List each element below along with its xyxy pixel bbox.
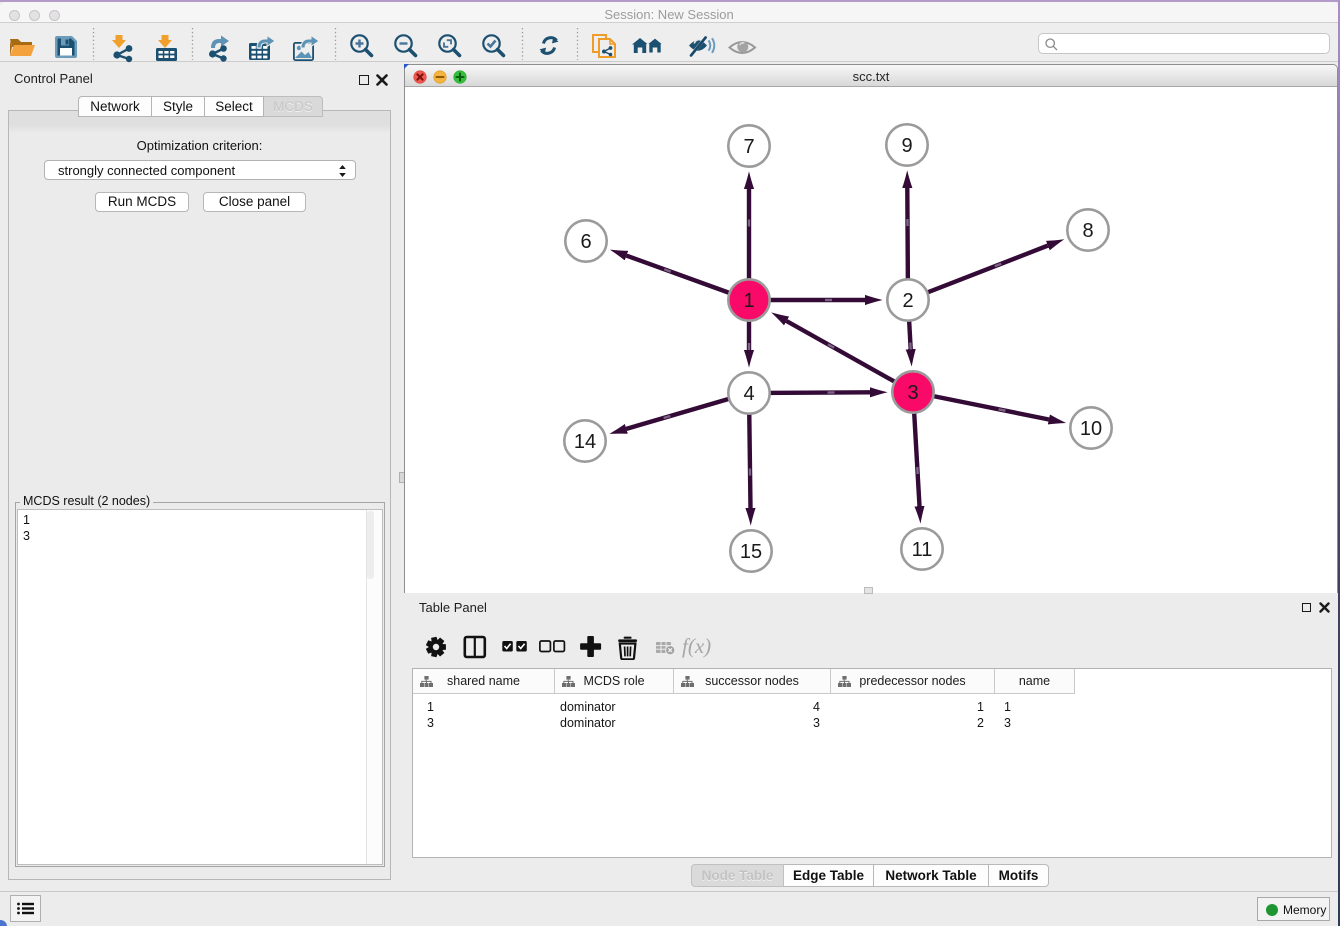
- svg-text:3: 3: [907, 382, 918, 404]
- svg-text:8: 8: [1082, 220, 1093, 242]
- svg-text:7: 7: [743, 136, 754, 158]
- svg-text:1: 1: [743, 290, 754, 312]
- svg-text:f(x): f(x): [682, 634, 711, 658]
- svg-text:2: 2: [902, 290, 913, 312]
- svg-text:10: 10: [1080, 418, 1102, 440]
- svg-text:11: 11: [912, 539, 933, 561]
- svg-text:9: 9: [901, 135, 912, 157]
- svg-text:4: 4: [743, 383, 754, 405]
- svg-text:15: 15: [740, 541, 762, 563]
- svg-text:14: 14: [574, 431, 596, 453]
- svg-text:6: 6: [580, 231, 591, 253]
